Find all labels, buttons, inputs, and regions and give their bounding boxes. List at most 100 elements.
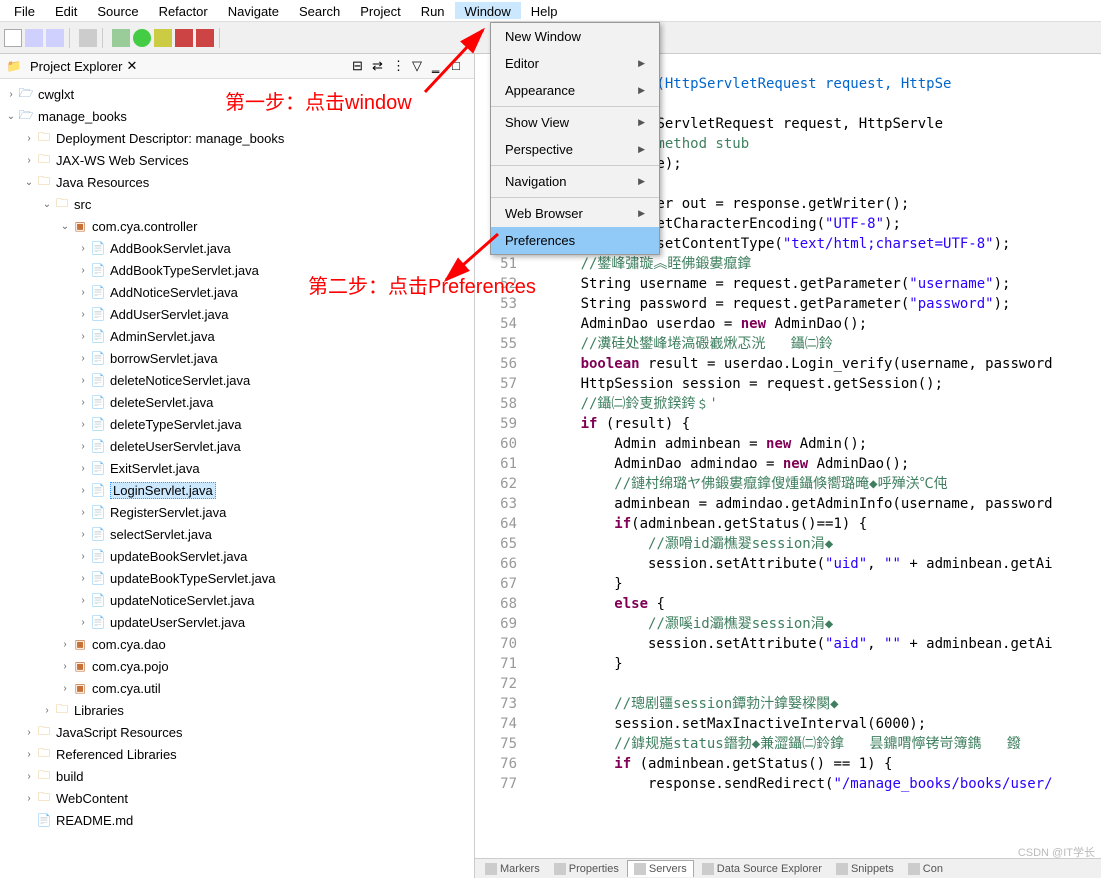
tree-item[interactable]: ›📄ExitServlet.java — [0, 457, 474, 479]
caret-icon[interactable]: › — [22, 747, 36, 761]
tree-item[interactable]: ›🗀Libraries — [0, 699, 474, 721]
caret-icon[interactable]: › — [58, 637, 72, 651]
caret-icon[interactable]: › — [22, 791, 36, 805]
run-icon[interactable] — [133, 29, 151, 47]
menu-edit[interactable]: Edit — [45, 2, 87, 19]
filter-icon[interactable]: ⋮ — [392, 58, 408, 74]
tree-item[interactable]: ›📄selectServlet.java — [0, 523, 474, 545]
tree-item[interactable]: ›📄updateUserServlet.java — [0, 611, 474, 633]
tree-item[interactable]: ›🗀JavaScript Resources — [0, 721, 474, 743]
tree-item[interactable]: ›▣com.cya.util — [0, 677, 474, 699]
run-last-icon[interactable] — [175, 29, 193, 47]
caret-icon[interactable]: › — [76, 351, 90, 365]
menu-item-show-view[interactable]: Show View▶ — [491, 109, 659, 136]
tree-item[interactable]: ›📄AddBookTypeServlet.java — [0, 259, 474, 281]
tree-item[interactable]: 📄README.md — [0, 809, 474, 831]
caret-icon[interactable]: › — [22, 725, 36, 739]
menu-item-web-browser[interactable]: Web Browser▶ — [491, 200, 659, 227]
caret-icon[interactable]: › — [76, 307, 90, 321]
menu-item-appearance[interactable]: Appearance▶ — [491, 77, 659, 104]
menu-navigate[interactable]: Navigate — [218, 2, 289, 19]
caret-icon[interactable]: › — [76, 417, 90, 431]
coverage-icon[interactable] — [154, 29, 172, 47]
caret-icon[interactable]: › — [76, 241, 90, 255]
caret-icon[interactable]: › — [76, 285, 90, 299]
menu-project[interactable]: Project — [350, 2, 410, 19]
caret-icon[interactable]: ⌄ — [40, 197, 54, 211]
bottom-tab-data-source-explorer[interactable]: Data Source Explorer — [696, 861, 828, 877]
tree-item[interactable]: ›🗀Deployment Descriptor: manage_books — [0, 127, 474, 149]
tree-item[interactable]: ⌄🗀src — [0, 193, 474, 215]
caret-icon[interactable]: ⌄ — [58, 219, 72, 233]
tree-item[interactable]: ›🗁cwglxt — [0, 83, 474, 105]
menu-item-editor[interactable]: Editor▶ — [491, 50, 659, 77]
caret-icon[interactable]: › — [22, 131, 36, 145]
menu-item-preferences[interactable]: Preferences — [491, 227, 659, 254]
save-icon[interactable] — [25, 29, 43, 47]
tree-item[interactable]: ›🗀JAX-WS Web Services — [0, 149, 474, 171]
tree-item[interactable]: ›📄updateNoticeServlet.java — [0, 589, 474, 611]
bottom-tab-con[interactable]: Con — [902, 861, 949, 877]
caret-icon[interactable]: › — [76, 549, 90, 563]
menu-source[interactable]: Source — [87, 2, 148, 19]
tree-item[interactable]: ⌄🗁manage_books — [0, 105, 474, 127]
tree-item[interactable]: ›📄AddNoticeServlet.java — [0, 281, 474, 303]
tree-item[interactable]: ⌄🗀Java Resources — [0, 171, 474, 193]
menu-search[interactable]: Search — [289, 2, 350, 19]
bottom-tab-properties[interactable]: Properties — [548, 861, 625, 877]
tree-item[interactable]: ›📄AddUserServlet.java — [0, 303, 474, 325]
tree-item[interactable]: ›📄AddBookServlet.java — [0, 237, 474, 259]
caret-icon[interactable]: › — [22, 769, 36, 783]
tree-item[interactable]: ›📄updateBookServlet.java — [0, 545, 474, 567]
menu-refactor[interactable]: Refactor — [149, 2, 218, 19]
bottom-tab-servers[interactable]: Servers — [627, 860, 694, 877]
tree-item[interactable]: ›📄deleteServlet.java — [0, 391, 474, 413]
tree-item[interactable]: ›📄updateBookTypeServlet.java — [0, 567, 474, 589]
caret-icon[interactable]: › — [58, 681, 72, 695]
new-icon[interactable] — [4, 29, 22, 47]
tree-item[interactable]: ›🗀Referenced Libraries — [0, 743, 474, 765]
tree-item[interactable]: ⌄▣com.cya.controller — [0, 215, 474, 237]
ext-tools-icon[interactable] — [196, 29, 214, 47]
tree-item[interactable]: ›📄LoginServlet.java — [0, 479, 474, 501]
tree-item[interactable]: ›📄borrowServlet.java — [0, 347, 474, 369]
tree-item[interactable]: ›▣com.cya.pojo — [0, 655, 474, 677]
caret-icon[interactable]: › — [76, 329, 90, 343]
caret-icon[interactable] — [22, 813, 36, 827]
caret-icon[interactable]: ⌄ — [22, 175, 36, 189]
tree-item[interactable]: ›🗀WebContent — [0, 787, 474, 809]
build-icon[interactable] — [79, 29, 97, 47]
caret-icon[interactable]: ⌄ — [4, 109, 18, 123]
menu-item-perspective[interactable]: Perspective▶ — [491, 136, 659, 163]
caret-icon[interactable]: › — [40, 703, 54, 717]
caret-icon[interactable]: › — [76, 439, 90, 453]
caret-icon[interactable]: › — [76, 571, 90, 585]
save-all-icon[interactable] — [46, 29, 64, 47]
menu-help[interactable]: Help — [521, 2, 568, 19]
bottom-tab-snippets[interactable]: Snippets — [830, 861, 900, 877]
menu-file[interactable]: File — [4, 2, 45, 19]
menu-window[interactable]: Window — [455, 2, 521, 19]
tree-item[interactable]: ›▣com.cya.dao — [0, 633, 474, 655]
bottom-tab-markers[interactable]: Markers — [479, 861, 546, 877]
caret-icon[interactable]: › — [76, 373, 90, 387]
tree-item[interactable]: ›📄deleteUserServlet.java — [0, 435, 474, 457]
caret-icon[interactable]: › — [76, 593, 90, 607]
caret-icon[interactable]: › — [4, 87, 18, 101]
caret-icon[interactable]: › — [58, 659, 72, 673]
menu-run[interactable]: Run — [411, 2, 455, 19]
collapse-all-icon[interactable]: ⊟ — [352, 58, 368, 74]
caret-icon[interactable]: › — [76, 483, 90, 497]
caret-icon[interactable]: › — [76, 263, 90, 277]
view-menu-icon[interactable]: ▽ — [412, 58, 428, 74]
tree-item[interactable]: ›🗀build — [0, 765, 474, 787]
debug-icon[interactable] — [112, 29, 130, 47]
tree-item[interactable]: ›📄AdminServlet.java — [0, 325, 474, 347]
menu-item-navigation[interactable]: Navigation▶ — [491, 168, 659, 195]
caret-icon[interactable]: › — [76, 615, 90, 629]
caret-icon[interactable]: › — [76, 395, 90, 409]
link-editor-icon[interactable]: ⇄ — [372, 58, 388, 74]
tree-item[interactable]: ›📄deleteTypeServlet.java — [0, 413, 474, 435]
tree-item[interactable]: ›📄deleteNoticeServlet.java — [0, 369, 474, 391]
minimize-icon[interactable]: ‗ — [432, 58, 448, 74]
